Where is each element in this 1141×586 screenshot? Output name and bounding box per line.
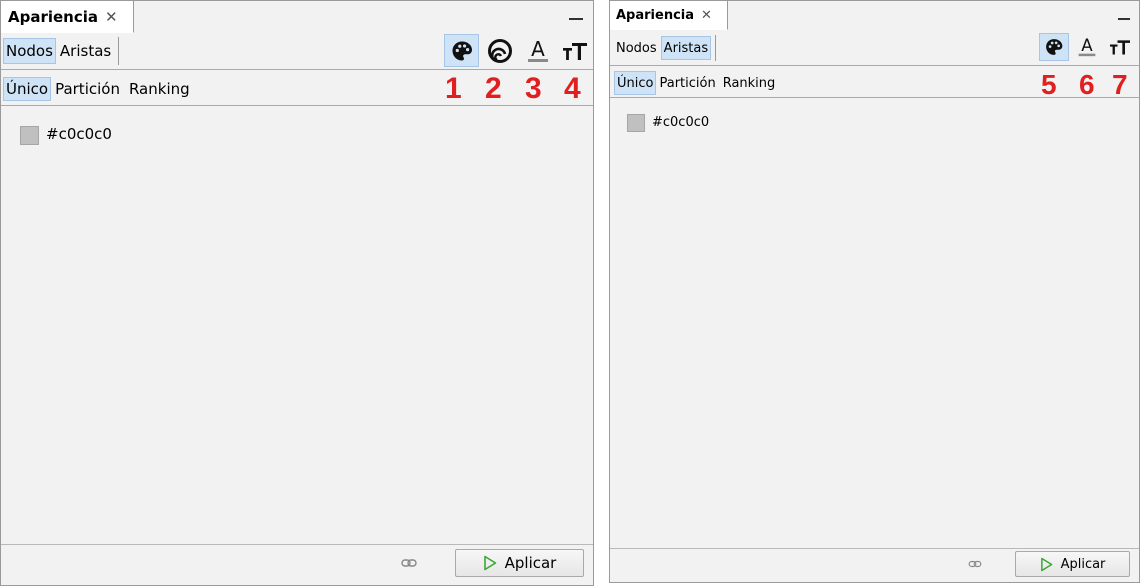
footer-divider — [1, 544, 593, 545]
link-icon[interactable] — [401, 557, 417, 569]
label-size-icon — [1110, 40, 1130, 55]
tab-particion[interactable]: Partición — [657, 71, 717, 95]
label-color-icon: A — [1078, 36, 1096, 57]
label-color-tool-button[interactable]: A — [521, 34, 554, 67]
tab-aristas[interactable]: Aristas — [660, 36, 712, 60]
toolbar-divider — [610, 65, 1139, 66]
link-icon[interactable] — [968, 559, 982, 569]
size-ring-icon — [487, 38, 512, 63]
label-color-icon: A — [527, 38, 548, 62]
color-value: #c0c0c0 — [652, 115, 710, 130]
palette-icon — [452, 41, 472, 60]
mode-divider — [1, 105, 593, 106]
toolbar-divider — [1, 69, 593, 70]
footer-divider — [610, 548, 1139, 549]
label-size-icon — [562, 42, 587, 60]
minimize-icon[interactable] — [1118, 18, 1130, 20]
annotation-number: 4 — [564, 72, 581, 105]
tab-unico[interactable]: Único — [3, 77, 52, 101]
tab-nodos[interactable]: Nodos — [3, 38, 56, 64]
apply-label: Aplicar — [1060, 556, 1106, 572]
appearance-panel-edges: Apariencia ✕ Nodos Aristas A Único Parti… — [609, 0, 1140, 583]
svg-text:A: A — [531, 38, 545, 61]
tab-title: Apariencia — [616, 7, 695, 23]
tab-title: Apariencia — [8, 7, 99, 26]
tab-unico[interactable]: Único — [614, 71, 657, 95]
apply-button[interactable]: Aplicar — [455, 549, 584, 577]
size-tool-button[interactable] — [482, 34, 517, 67]
tab-apariencia[interactable]: Apariencia ✕ — [610, 1, 728, 30]
color-tool-button[interactable] — [444, 34, 479, 67]
minimize-icon[interactable] — [569, 18, 583, 20]
tab-particion[interactable]: Partición — [53, 77, 122, 101]
mode-toolbar: Único Partición Ranking — [1, 75, 593, 103]
play-icon — [1040, 557, 1052, 571]
annotation-number: 1 — [445, 72, 462, 105]
tab-nodos[interactable]: Nodos — [614, 37, 659, 59]
palette-icon — [1046, 39, 1063, 55]
annotation-number: 2 — [485, 72, 502, 105]
apply-label: Aplicar — [504, 554, 557, 572]
panel-titlebar: Apariencia ✕ — [1, 1, 593, 33]
play-icon — [483, 555, 496, 571]
label-size-tool-button[interactable] — [558, 34, 591, 67]
tab-ranking[interactable]: Ranking — [721, 71, 778, 95]
tab-aristas[interactable]: Aristas — [58, 38, 113, 64]
appearance-panel-nodes: Apariencia ✕ Nodos Aristas A Único Parti… — [0, 0, 594, 586]
color-swatch[interactable] — [20, 126, 39, 145]
tab-ranking[interactable]: Ranking — [127, 77, 192, 101]
svg-text:A: A — [1081, 36, 1093, 55]
toolbar-separator — [118, 37, 120, 65]
label-size-tool-button[interactable] — [1106, 33, 1134, 61]
color-value: #c0c0c0 — [46, 125, 112, 143]
annotation-number: 3 — [525, 72, 542, 105]
apply-button[interactable]: Aplicar — [1015, 551, 1130, 577]
label-color-tool-button[interactable]: A — [1073, 33, 1101, 61]
toolbar-separator — [715, 35, 717, 61]
panel-titlebar: Apariencia ✕ — [610, 1, 1139, 30]
close-icon[interactable]: ✕ — [105, 8, 118, 26]
close-icon[interactable]: ✕ — [701, 8, 712, 23]
mode-toolbar: Único Partición Ranking — [610, 70, 1139, 96]
color-tool-button[interactable] — [1039, 33, 1069, 61]
color-swatch[interactable] — [627, 114, 645, 132]
tab-apariencia[interactable]: Apariencia ✕ — [1, 1, 134, 33]
mode-divider — [610, 97, 1139, 98]
